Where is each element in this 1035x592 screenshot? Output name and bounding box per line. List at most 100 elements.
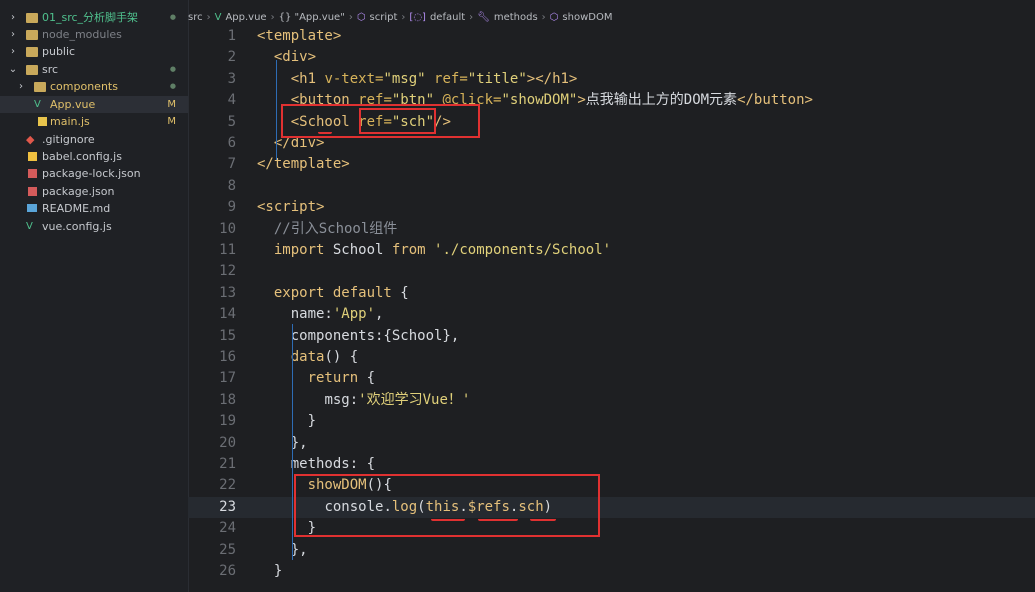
- breadcrumb-default[interactable]: default: [430, 12, 465, 23]
- code-text: <template>: [257, 26, 341, 47]
- squiggle-underline: [530, 517, 556, 521]
- code-editor[interactable]: 26 } 25 }, 24 } 23 console.log(this.$refs.s…: [188, 26, 1035, 592]
- explorer-item[interactable]: ◆ .gitignore: [0, 131, 188, 148]
- code-line[interactable]: 26 }: [188, 561, 1035, 582]
- line-number: 6: [227, 135, 236, 151]
- breadcrumb-showdom[interactable]: showDOM: [562, 12, 612, 23]
- code-token: </template>: [257, 156, 350, 173]
- code-line[interactable]: 16 data() {: [188, 347, 1035, 368]
- breadcrumb-methods[interactable]: methods: [494, 12, 538, 23]
- code-line[interactable]: 1 <template>: [188, 26, 1035, 47]
- code-line[interactable]: 18 msg:'欢迎学习Vue！': [188, 390, 1035, 411]
- change-dot-badge: ●: [169, 82, 176, 90]
- explorer-item[interactable]: › public: [0, 43, 188, 60]
- explorer-sidebar: › 01_src_分析脚手架 ● › node_modules › public ⌄ src ● ›…: [0, 0, 189, 592]
- explorer-item[interactable]: README.md: [0, 200, 188, 217]
- code-token: return: [307, 370, 367, 387]
- breadcrumb-script[interactable]: script: [370, 12, 398, 23]
- line-number: 3: [227, 70, 236, 87]
- explorer-item[interactable]: babel.config.js: [0, 148, 188, 165]
- squiggle-underline: [431, 517, 465, 521]
- code-token: from: [391, 242, 435, 258]
- explorer-item-label: package.json: [42, 185, 115, 198]
- code-token: ></h1>: [526, 70, 578, 87]
- code-token: <div>: [273, 49, 317, 66]
- code-token: data: [290, 349, 325, 365]
- code-text: },: [257, 540, 308, 561]
- code-line[interactable]: 11 import School from './components/Scho…: [188, 240, 1035, 261]
- code-line[interactable]: 14 name:'App',: [188, 304, 1035, 325]
- line-number: 25: [219, 541, 236, 558]
- code-token: },: [257, 434, 308, 451]
- chevron-right-icon: ›: [541, 11, 546, 23]
- chevron-right-icon[interactable]: ›: [16, 78, 26, 95]
- code-line[interactable]: 9 <script>: [188, 197, 1035, 218]
- folder-icon: [26, 13, 38, 23]
- code-line[interactable]: 19 }: [188, 411, 1035, 432]
- code-line[interactable]: 13 export default {: [188, 283, 1035, 304]
- chevron-right-icon[interactable]: ›: [8, 43, 18, 60]
- explorer-item[interactable]: › node_modules: [0, 26, 188, 43]
- markdown-file-icon: [27, 204, 37, 212]
- code-line[interactable]: 3 <h1 v-text="msg" ref="title"></h1>: [188, 69, 1035, 90]
- code-token: '欢迎学习Vue！': [358, 391, 471, 408]
- code-token: {: [366, 370, 376, 387]
- code-token: name:: [290, 306, 333, 323]
- line-number: 1: [227, 28, 236, 44]
- modified-badge: M: [167, 116, 176, 127]
- explorer-item-label: components: [50, 80, 118, 93]
- annotation-box-showdom: [294, 474, 600, 537]
- explorer-item[interactable]: ⌄ src ●: [0, 61, 188, 78]
- breadcrumb-section[interactable]: {} "App.vue": [279, 12, 345, 23]
- code-token: "title": [467, 70, 527, 87]
- explorer-item-label: App.vue: [50, 98, 96, 111]
- code-token: ,: [375, 306, 384, 323]
- explorer-item[interactable]: main.js M: [0, 113, 188, 130]
- code-line[interactable]: 25 },: [188, 540, 1035, 561]
- vue-file-icon: V: [26, 221, 33, 232]
- chevron-right-icon[interactable]: ›: [8, 9, 18, 26]
- code-line[interactable]: 20 },: [188, 433, 1035, 454]
- code-line[interactable]: 21 methods: {: [188, 454, 1035, 475]
- code-line[interactable]: 15 components:{School},: [188, 326, 1035, 347]
- code-text: return {: [257, 368, 375, 389]
- line-number: 4: [227, 92, 236, 109]
- line-number: 5: [227, 113, 236, 130]
- chevron-down-icon[interactable]: ⌄: [8, 61, 18, 78]
- breadcrumb-file[interactable]: App.vue: [225, 12, 266, 23]
- indent-guide: [292, 324, 293, 560]
- breadcrumb-src[interactable]: src: [188, 12, 203, 23]
- chevron-right-icon[interactable]: ›: [8, 26, 18, 43]
- code-token: 点我输出上方的DOM元素: [585, 92, 738, 109]
- explorer-item[interactable]: package.json: [0, 183, 188, 200]
- code-line[interactable]: 8: [188, 176, 1035, 197]
- code-line[interactable]: 7 </template>: [188, 154, 1035, 175]
- explorer-item[interactable]: V App.vue M: [0, 96, 188, 113]
- line-number: 12: [219, 263, 236, 280]
- explorer-item[interactable]: › components ●: [0, 78, 188, 95]
- explorer-item[interactable]: Vvue.config.js: [0, 218, 188, 235]
- code-line[interactable]: 2 <div>: [188, 47, 1035, 68]
- squiggle-underline: [478, 517, 518, 521]
- code-text: name:'App',: [257, 304, 384, 325]
- code-line[interactable]: 17 return {: [188, 368, 1035, 389]
- code-line[interactable]: 12: [188, 261, 1035, 282]
- explorer-item-label: main.js: [50, 115, 90, 128]
- code-line[interactable]: 10 //引入School组件: [188, 219, 1035, 240]
- explorer-item-label: public: [42, 45, 76, 58]
- line-number: 9: [227, 199, 236, 216]
- cube-icon: ⬡: [356, 11, 366, 23]
- line-number: 26: [219, 563, 236, 579]
- code-text: </template>: [257, 154, 350, 175]
- json-file-icon: [28, 187, 37, 196]
- chevron-right-icon: ›: [348, 11, 353, 23]
- code-token: components:{School},: [290, 327, 460, 344]
- explorer-item[interactable]: › 01_src_分析脚手架 ●: [0, 9, 188, 26]
- vue-file-icon: V: [34, 99, 41, 110]
- explorer-item[interactable]: package-lock.json: [0, 165, 188, 182]
- code-token: ref=: [425, 70, 468, 87]
